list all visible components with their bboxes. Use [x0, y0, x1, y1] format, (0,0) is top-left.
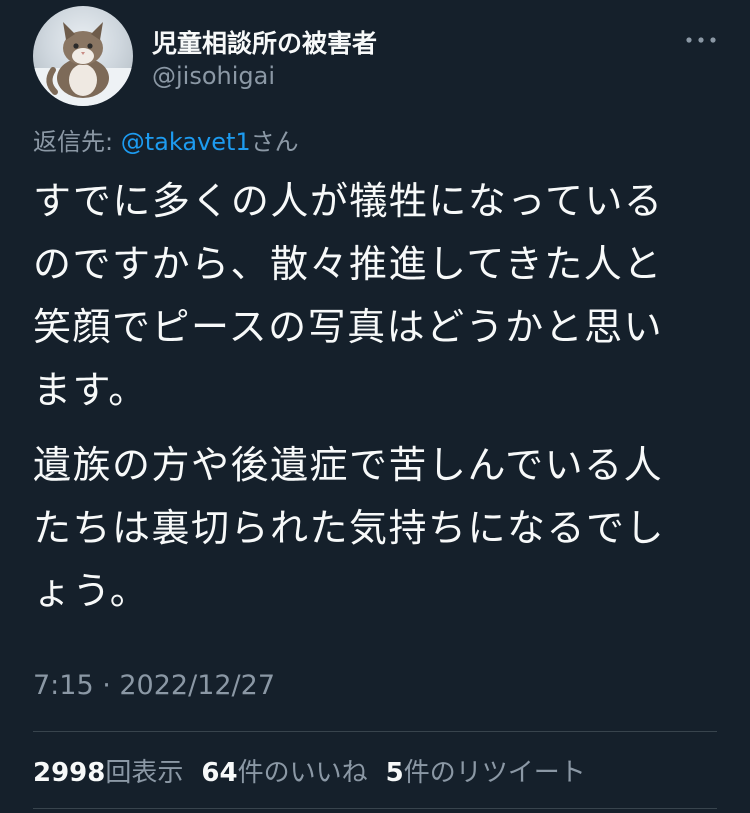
reply-mention-link[interactable]: @takavet1	[121, 128, 251, 156]
divider	[33, 731, 717, 732]
author-handle[interactable]: @jisohigai	[152, 62, 275, 90]
tweet-text-line: のですから、散々推進してきた人と	[33, 242, 663, 286]
tweet-timestamp[interactable]: 7:15 · 2022/12/27	[33, 670, 275, 701]
retweets-label: 件のリツイート	[403, 758, 586, 788]
more-horizontal-icon	[686, 37, 716, 43]
likes-label: 件のいいね	[237, 758, 368, 788]
likes-stat[interactable]: 64件のいいね	[201, 752, 367, 789]
tweet-body: すでに多くの人が犠牲になっている のですから、散々推進してきた人と 笑顔でピース…	[33, 170, 723, 623]
tweet-detail: 児童相談所の被害者 @jisohigai 返信先: @takavet1さん すで…	[0, 0, 750, 813]
retweets-stat[interactable]: 5件のリツイート	[386, 752, 586, 789]
avatar[interactable]	[33, 6, 133, 106]
views-label: 回表示	[105, 758, 184, 788]
more-options-button[interactable]	[681, 28, 721, 52]
views-count: 2998	[33, 758, 106, 788]
tweet-text-line: ょう。	[33, 569, 150, 613]
tweet-text-line: たちは裏切られた気持ちになるでし	[33, 506, 666, 550]
tweet-text-line: 笑顔でピースの写真はどうかと思い	[33, 305, 664, 349]
reply-prefix: 返信先:	[33, 128, 121, 156]
retweets-count: 5	[385, 758, 404, 788]
cat-photo-avatar	[33, 22, 133, 106]
likes-count: 64	[201, 758, 238, 788]
author-display-name[interactable]: 児童相談所の被害者	[152, 24, 377, 60]
tweet-text-line: ます。	[33, 368, 148, 412]
views-stat[interactable]: 2998回表示	[33, 752, 183, 789]
reply-context: 返信先: @takavet1さん	[33, 122, 299, 157]
reply-suffix: さん	[250, 128, 299, 156]
divider	[33, 808, 717, 809]
tweet-text-line: すでに多くの人が犠牲になっている	[33, 179, 664, 223]
tweet-text-line: 遺族の方や後遺症で苦しんでいる人	[33, 443, 664, 487]
tweet-stats: 2998回表示 64件のいいね 5件のリツイート	[33, 752, 604, 789]
